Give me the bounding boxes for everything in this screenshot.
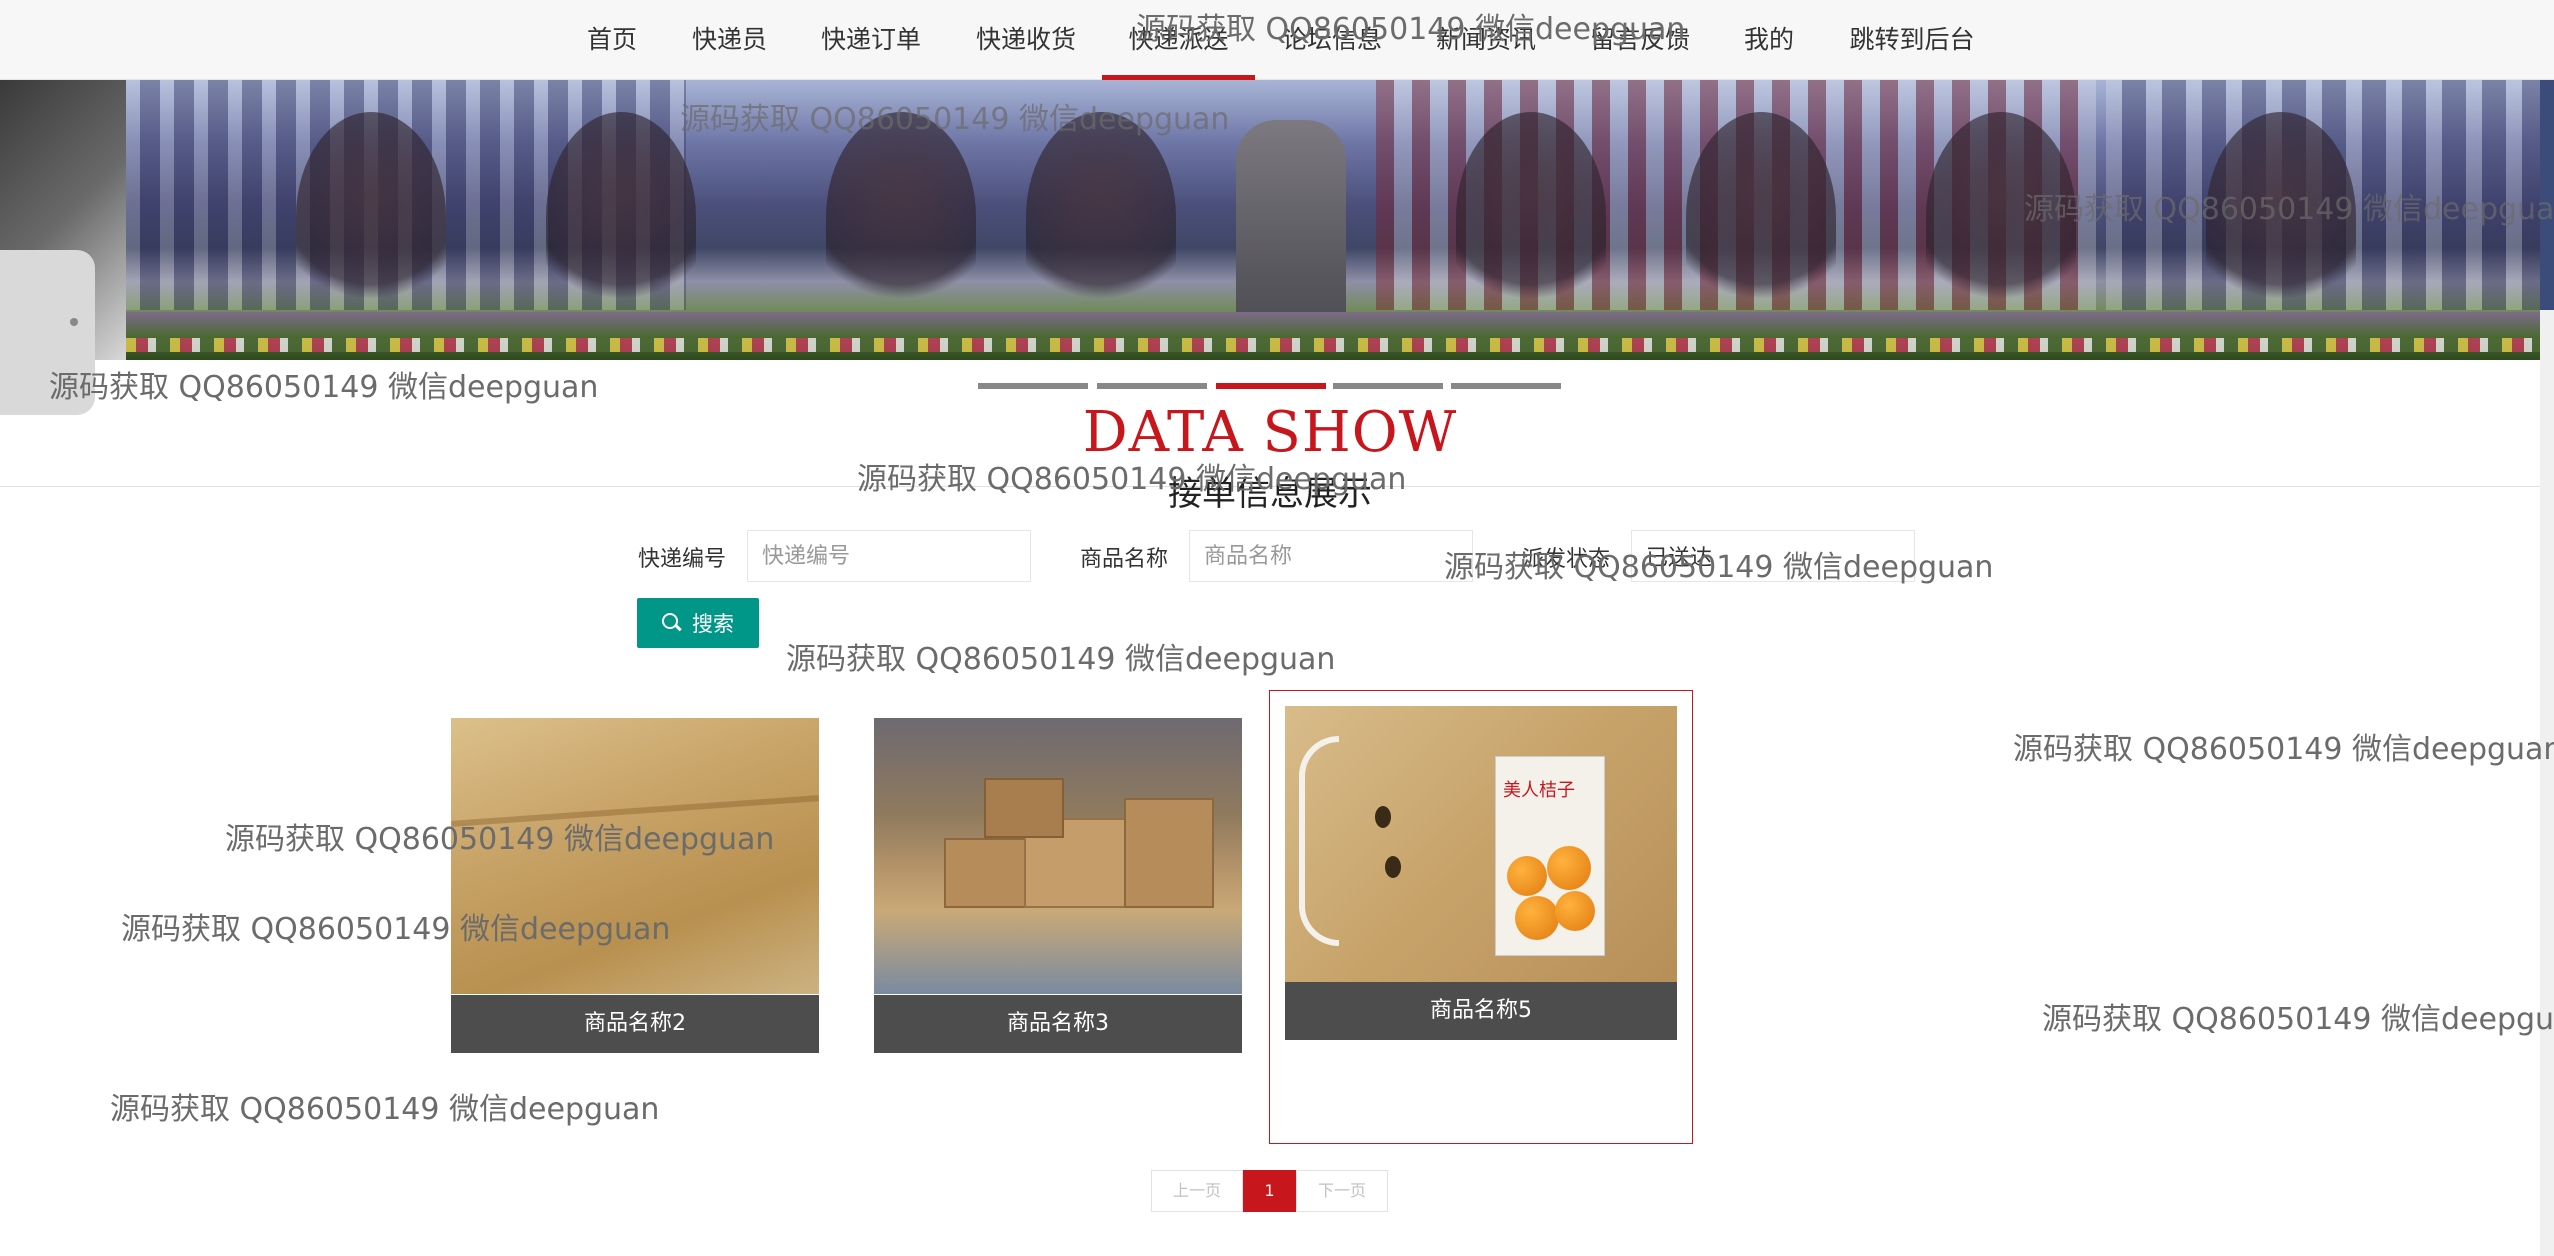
nav-news[interactable]: 新闻资讯 <box>1435 0 1537 80</box>
slide-indicator-5[interactable] <box>1451 383 1561 389</box>
nav-forum[interactable]: 论坛信息 <box>1281 0 1383 80</box>
status-label: 派发状态 <box>1522 547 1611 572</box>
box-hole <box>1385 856 1401 878</box>
banner-tree <box>296 112 446 322</box>
pagination-page-1[interactable]: 1 <box>1243 1170 1296 1212</box>
status-input[interactable] <box>1631 530 1915 582</box>
product-image <box>874 718 1242 994</box>
box-lid-shadow <box>451 795 819 827</box>
product-name: 商品名称3 <box>874 995 1242 1053</box>
parcel <box>1124 798 1214 908</box>
orange-fruit <box>1555 891 1595 931</box>
search-icon <box>662 613 682 633</box>
banner-prev-slide <box>0 80 126 415</box>
slide-indicator-4[interactable] <box>1333 383 1443 389</box>
device-image <box>0 250 95 415</box>
box-label-text: 美人桔子 <box>1503 780 1575 801</box>
nav-courier-receive[interactable]: 快递收货 <box>975 0 1077 80</box>
banner-tree <box>546 112 696 322</box>
product-image: 美人桔子 <box>1285 706 1677 982</box>
nav-courier[interactable]: 快递员 <box>691 0 768 80</box>
parcel <box>984 778 1064 838</box>
nav-feedback[interactable]: 留言反馈 <box>1589 0 1691 80</box>
product-card[interactable]: 商品名称3 <box>874 718 1242 1053</box>
product-image <box>451 718 819 994</box>
courier-no-input[interactable] <box>747 530 1031 582</box>
product-card[interactable]: 美人桔子 商品名称5 <box>1285 706 1677 1040</box>
nav-mine[interactable]: 我的 <box>1743 0 1795 80</box>
nav-courier-delivery[interactable]: 快递派送 <box>1102 0 1255 80</box>
page-scrollbar[interactable] <box>2540 310 2554 1256</box>
device-dot <box>70 318 78 326</box>
section-title-en: DATA SHOW <box>1082 400 1458 465</box>
slide-indicator-3[interactable] <box>1216 383 1326 389</box>
watermark-text: 源码获取 QQ86050149 微信deepguan <box>110 1092 660 1127</box>
banner-tree <box>1026 112 1176 322</box>
banner-tree <box>826 112 976 322</box>
orange-fruit <box>1515 896 1559 940</box>
product-card[interactable]: 商品名称2 <box>451 718 819 1053</box>
banner-tree <box>1686 112 1836 322</box>
top-nav: 首页 快递员 快递订单 快递收货 快递派送 论坛信息 新闻资讯 留言反馈 我的 … <box>0 0 2554 80</box>
product-name: 商品名称5 <box>1285 982 1677 1040</box>
slide-indicator-2[interactable] <box>1097 383 1207 389</box>
watermark-text: 源码获取 QQ86050149 微信deepguan <box>2042 1002 2554 1037</box>
courier-no-label: 快递编号 <box>638 547 727 572</box>
watermark-text: 源码获取 QQ86050149 微信deepguan <box>786 642 1336 677</box>
banner-tree <box>2206 112 2356 322</box>
nav-home[interactable]: 首页 <box>586 0 638 80</box>
section-title-cn: 接单信息展示 <box>1168 474 1372 514</box>
orange-fruit <box>1547 846 1591 890</box>
watermark-text: 源码获取 QQ86050149 微信deepguan <box>2013 732 2554 767</box>
search-button-label: 搜索 <box>692 613 734 636</box>
banner-ground <box>126 312 2540 360</box>
banner-tree <box>1926 112 2076 322</box>
banner-tree <box>1456 112 1606 322</box>
nav-courier-orders[interactable]: 快递订单 <box>820 0 922 80</box>
pagination-prev[interactable]: 上一页 <box>1151 1170 1243 1212</box>
product-name-label: 商品名称 <box>1080 547 1169 572</box>
product-name: 商品名称2 <box>451 995 819 1053</box>
banner-image <box>126 80 2540 360</box>
product-name-input[interactable] <box>1189 530 1473 582</box>
orange-fruit <box>1507 856 1547 896</box>
banner-flowers <box>126 338 2540 352</box>
parcel <box>944 838 1034 908</box>
box-handle <box>1299 736 1339 946</box>
pagination-next[interactable]: 下一页 <box>1296 1170 1388 1212</box>
nav-admin[interactable]: 跳转到后台 <box>1848 0 1976 80</box>
slide-indicator-1[interactable] <box>978 383 1088 389</box>
search-button[interactable]: 搜索 <box>637 598 759 648</box>
box-hole <box>1375 806 1391 828</box>
